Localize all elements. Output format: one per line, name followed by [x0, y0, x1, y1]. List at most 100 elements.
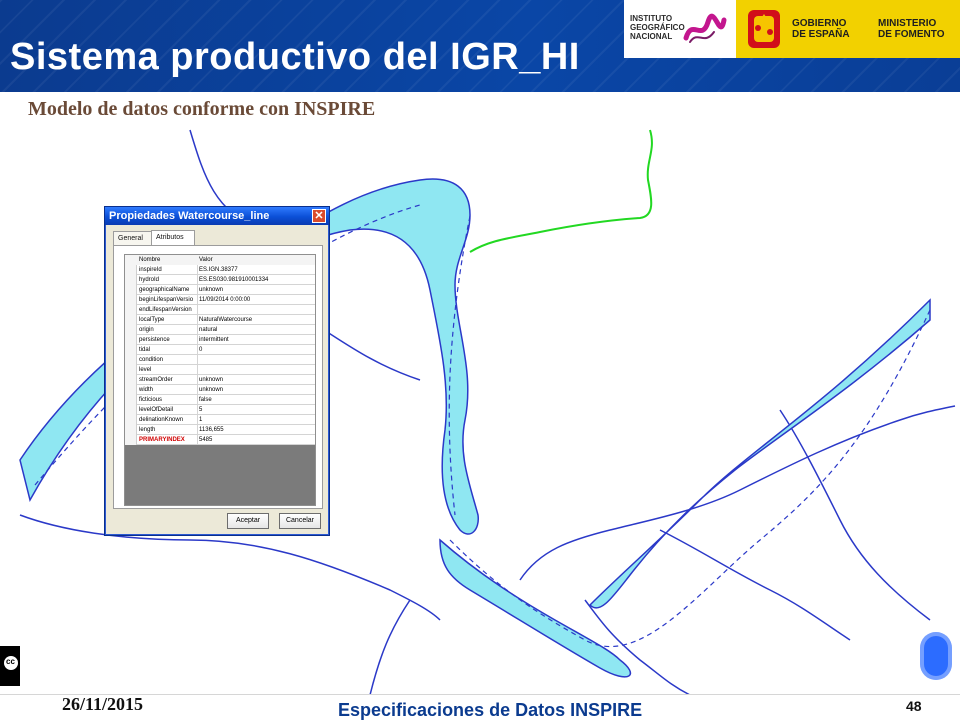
table-row[interactable]: tidal 0	[125, 345, 315, 355]
cell-separator	[197, 425, 198, 435]
table-row[interactable]: levelOfDetail 5	[125, 405, 315, 415]
cell-value: 1136,655	[199, 427, 224, 433]
cell-name: geographicalName	[139, 287, 190, 293]
cell-value	[199, 365, 315, 375]
cell-name: condition	[139, 357, 164, 363]
ign-mark-icon	[683, 13, 727, 43]
slide-subtitle: Modelo de datos conforme con INSPIRE	[28, 98, 376, 120]
cell-name: levelOfDetail	[139, 407, 174, 413]
cell-separator	[197, 405, 198, 415]
row-header	[125, 325, 137, 335]
table-row[interactable]: hydroId ES.ES030.981910001334	[125, 275, 315, 285]
row-header	[125, 315, 137, 325]
table-row[interactable]: width unknown	[125, 385, 315, 395]
slide-title: Sistema productivo del IGR_HI	[10, 36, 580, 78]
cell-name: length	[139, 427, 156, 433]
cell-value: 11/09/2014 0:00:00	[199, 297, 251, 303]
table-row[interactable]: condition	[125, 355, 315, 365]
table-row[interactable]: endLifespanVersion	[125, 305, 315, 315]
cell-separator	[197, 435, 198, 445]
cell-separator	[197, 305, 198, 315]
cell-value: unknown	[199, 287, 224, 293]
cell-name: PRIMARYINDEX	[139, 437, 185, 443]
cell-name: width	[139, 387, 154, 393]
navigation-round-button[interactable]	[920, 632, 952, 680]
table-row[interactable]: PRIMARYINDEX 5485	[125, 435, 315, 445]
close-icon[interactable]: ✕	[312, 209, 326, 223]
row-header	[125, 265, 137, 275]
cell-value: unknown	[199, 377, 224, 383]
cell-separator	[197, 265, 198, 275]
ign-logo: INSTITUTO GEOGRÁFICO NACIONAL	[624, 0, 737, 58]
table-row[interactable]: origin natural	[125, 325, 315, 335]
cell-name: persistence	[139, 337, 170, 343]
cell-value: false	[199, 397, 212, 403]
table-row[interactable]: ficticious false	[125, 395, 315, 405]
cell-separator	[197, 345, 198, 355]
ign-logo-text: INSTITUTO GEOGRÁFICO NACIONAL	[630, 14, 685, 41]
footer-date: 26/11/2015	[62, 694, 144, 714]
gobierno-text: GOBIERNO DE ESPAÑA	[792, 18, 850, 40]
cell-name: hydroId	[139, 277, 160, 283]
table-row[interactable]: beginLifespanVersio 11/09/2014 0:00:00	[125, 295, 315, 305]
cell-separator	[197, 365, 198, 375]
cell-name: localType	[139, 317, 165, 323]
row-header	[125, 395, 137, 405]
cell-name: inspireId	[139, 267, 162, 273]
cell-name: streamOrder	[139, 377, 173, 383]
cell-separator	[197, 355, 198, 365]
table-row[interactable]: level	[125, 365, 315, 375]
row-header	[125, 275, 137, 285]
gobierno-line-2: DE ESPAÑA	[792, 29, 850, 40]
table-row[interactable]: streamOrder unknown	[125, 375, 315, 385]
row-header	[125, 425, 137, 435]
row-header	[125, 355, 137, 365]
cell-value: ES.ES030.981910001334	[199, 277, 269, 283]
row-header	[125, 295, 137, 305]
cell-value	[199, 355, 315, 365]
cancel-button[interactable]: Cancelar	[279, 513, 321, 529]
table-row[interactable]: localType NaturalWatercourse	[125, 315, 315, 325]
row-header	[125, 345, 137, 355]
table-row[interactable]: geographicalName unknown	[125, 285, 315, 295]
cell-separator	[197, 385, 198, 395]
row-header	[125, 285, 137, 295]
cell-value: 1	[199, 417, 203, 423]
cell-separator	[197, 285, 198, 295]
tab-general[interactable]: General	[113, 231, 153, 245]
accept-button[interactable]: Aceptar	[227, 513, 269, 529]
row-header	[125, 335, 137, 345]
grid-rows: inspireId ES.IGN.38377 hydroId ES.ES030.98…	[125, 265, 315, 445]
table-row[interactable]: inspireId ES.IGN.38377	[125, 265, 315, 275]
cell-name: origin	[139, 327, 154, 333]
green-boundary-line	[469, 129, 653, 253]
header-logos: INSTITUTO GEOGRÁFICO NACIONAL GOBIERNO D…	[624, 0, 960, 58]
table-row[interactable]: delinationKnown 1	[125, 415, 315, 425]
creative-commons-icon	[4, 656, 18, 670]
cell-separator	[197, 415, 198, 425]
ign-line-2: GEOGRÁFICO	[630, 23, 685, 32]
row-header	[125, 375, 137, 385]
cell-separator	[197, 325, 198, 335]
tab-atributos[interactable]: Atributos	[151, 230, 195, 245]
ign-line-3: NACIONAL	[630, 32, 673, 41]
cell-value: intermittent	[199, 337, 229, 343]
table-row[interactable]: length 1136,655	[125, 425, 315, 435]
cell-value: 5485	[199, 437, 213, 443]
row-header	[125, 415, 137, 425]
footer-title: Especificaciones de Datos INSPIRE	[338, 700, 643, 720]
river-main-right	[439, 298, 931, 678]
stream-line-4	[659, 529, 851, 641]
creative-commons-badge	[0, 646, 20, 686]
slide-header: Sistema productivo del IGR_HI INSTITUTO …	[0, 0, 960, 92]
ministerio-line-2: DE FOMENTO	[878, 29, 945, 40]
cell-value: natural	[199, 327, 218, 333]
table-row[interactable]: persistence intermittent	[125, 335, 315, 345]
row-header	[125, 385, 137, 395]
row-header	[125, 435, 137, 445]
row-header	[125, 405, 137, 415]
gobierno-logo: GOBIERNO DE ESPAÑA MINISTERIO DE FOMENTO	[736, 0, 960, 58]
cell-value: unknown	[199, 387, 224, 393]
cell-value: NaturalWatercourse	[199, 317, 253, 323]
stream-line-3	[519, 405, 956, 581]
